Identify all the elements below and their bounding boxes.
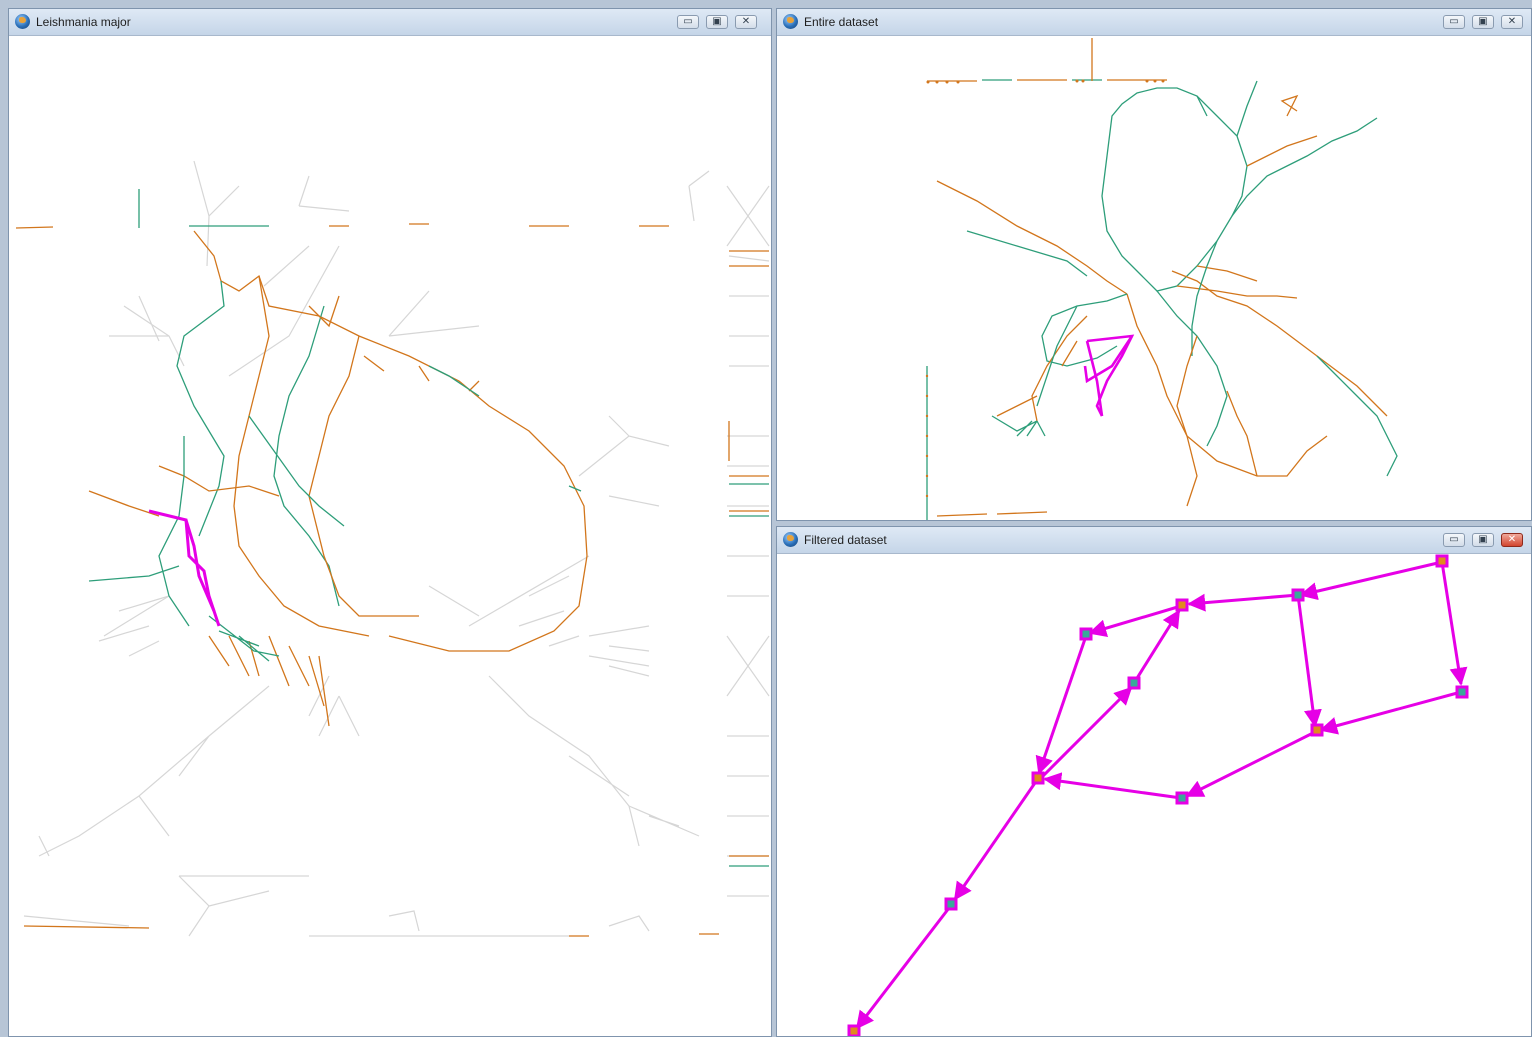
close-icon: ✕ <box>1507 16 1517 27</box>
network-graph-entire <box>925 38 1398 520</box>
close-button[interactable]: ✕ <box>1501 533 1523 547</box>
filtered-dataset-window: Filtered dataset ▭ ▣ ✕ <box>776 526 1532 1037</box>
node[interactable] <box>1455 685 1469 699</box>
filtered-dataset-titlebar[interactable]: Filtered dataset ▭ ▣ ✕ <box>777 527 1531 554</box>
entire-dataset-titlebar[interactable]: Entire dataset ▭ ▣ ✕ <box>777 9 1531 36</box>
leishmania-titlebar[interactable]: Leishmania major ▭ ▣ ✕ <box>9 9 771 36</box>
maximize-button[interactable]: ▣ <box>1472 533 1494 547</box>
network-canvas-entire[interactable] <box>777 36 1531 520</box>
network-edges <box>15 189 769 937</box>
node[interactable] <box>1175 791 1189 805</box>
maximize-icon: ▣ <box>1478 534 1488 545</box>
minimize-button[interactable]: ▭ <box>677 15 699 29</box>
minimize-icon: ▭ <box>1449 16 1459 27</box>
directed-edges <box>855 560 1468 1030</box>
node[interactable] <box>1031 771 1045 785</box>
node[interactable] <box>1175 598 1189 612</box>
node[interactable] <box>1435 554 1449 568</box>
node[interactable] <box>1291 588 1305 602</box>
minimize-icon: ▭ <box>683 16 693 27</box>
window-title: Leishmania major <box>36 15 131 29</box>
window-title: Filtered dataset <box>804 533 887 547</box>
leishmania-window: Leishmania major ▭ ▣ ✕ <box>8 8 772 1037</box>
node[interactable] <box>1127 676 1141 690</box>
close-icon: ✕ <box>741 16 751 27</box>
highlighted-path <box>1083 334 1135 417</box>
minimize-icon: ▭ <box>1449 534 1459 545</box>
window-title: Entire dataset <box>804 15 879 29</box>
network-edges <box>926 38 1398 520</box>
close-icon: ✕ <box>1507 534 1517 545</box>
maximize-icon: ▣ <box>1478 16 1488 27</box>
close-button[interactable]: ✕ <box>1501 15 1523 29</box>
maximize-button[interactable]: ▣ <box>1472 15 1494 29</box>
network-app-icon <box>15 14 30 29</box>
network-canvas-filtered[interactable] <box>777 554 1531 1036</box>
network-canvas-leishmania[interactable] <box>9 36 771 1036</box>
orange-node-dots <box>925 79 1165 498</box>
minimize-button[interactable]: ▭ <box>1443 533 1465 547</box>
node[interactable] <box>1310 723 1324 737</box>
network-graph-leishmania <box>15 160 770 937</box>
entire-dataset-window: Entire dataset ▭ ▣ ✕ <box>776 8 1532 521</box>
highlighted-path <box>148 509 221 627</box>
node[interactable] <box>944 897 958 911</box>
close-button[interactable]: ✕ <box>735 15 757 29</box>
network-app-icon <box>783 14 798 29</box>
node[interactable] <box>1079 627 1093 641</box>
network-graph-filtered <box>847 554 1469 1036</box>
faded-edges <box>23 160 770 937</box>
maximize-icon: ▣ <box>712 16 722 27</box>
maximize-button[interactable]: ▣ <box>706 15 728 29</box>
network-app-icon <box>783 532 798 547</box>
minimize-button[interactable]: ▭ <box>1443 15 1465 29</box>
node[interactable] <box>847 1024 861 1036</box>
